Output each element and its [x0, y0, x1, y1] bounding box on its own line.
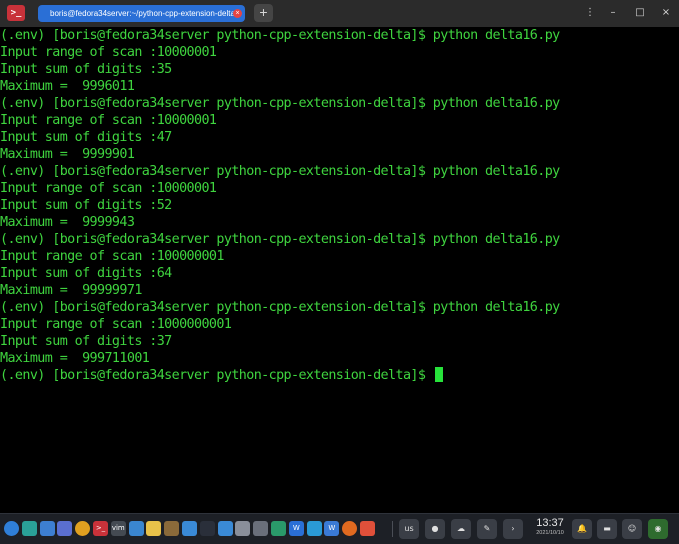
- file-manager-icon[interactable]: [360, 521, 375, 536]
- network-icon[interactable]: [128, 521, 144, 536]
- terminal-line: Input sum of digits :37: [0, 334, 172, 349]
- app-launcher-icon[interactable]: [4, 521, 19, 536]
- taskbar: >_ vim W W us ● ☁ ✎ › 13:37 2021/10/10 🔔 ▬ …: [0, 513, 679, 544]
- terminal-line: Maximum = 999711001: [0, 351, 150, 366]
- terminal-line: Input sum of digits :52: [0, 198, 172, 213]
- disks-icon[interactable]: [164, 521, 180, 536]
- terminal-prompt-line[interactable]: (.env) [boris@fedora34server python-cpp-…: [0, 367, 560, 384]
- terminal-line: Input sum of digits :64: [0, 266, 172, 281]
- terminal-line: Maximum = 99999971: [0, 283, 142, 298]
- terminal-line: Maximum = 9996011: [0, 79, 135, 94]
- app-grid-icon[interactable]: [217, 521, 233, 536]
- system-monitor-icon[interactable]: [271, 521, 286, 536]
- user-avatar-icon[interactable]: ◉: [648, 519, 668, 539]
- pen-tool-icon[interactable]: ✎: [477, 519, 497, 539]
- close-window-icon[interactable]: ×: [658, 5, 674, 21]
- terminal-line: Input range of scan :10000001: [0, 181, 217, 196]
- settings-icon[interactable]: [57, 521, 73, 536]
- terminal-line: (.env) [boris@fedora34server python-cpp-…: [0, 164, 560, 179]
- terminal-icon[interactable]: >_: [93, 521, 108, 536]
- window-overview-icon[interactable]: [39, 521, 55, 536]
- terminal-line: Input range of scan :100000001: [0, 249, 224, 264]
- firefox-icon[interactable]: [342, 521, 358, 536]
- panel-divider: [392, 521, 393, 537]
- terminal-line: Input range of scan :1000000001: [0, 317, 232, 332]
- chat-icon[interactable]: ▬: [597, 519, 617, 539]
- new-tab-button[interactable]: +: [254, 4, 273, 22]
- clock[interactable]: 13:37 2021/10/10: [530, 517, 570, 537]
- color-picker-icon[interactable]: [182, 521, 197, 536]
- tab-terminal-session[interactable]: boris@fedora34server:~/python-cpp-extens…: [38, 5, 245, 22]
- terminal-line: Input range of scan :10000001: [0, 113, 217, 128]
- terminal-app-icon[interactable]: [21, 521, 37, 536]
- media-player-icon[interactable]: [253, 521, 269, 536]
- terminal-line: Input range of scan :10000001: [0, 45, 217, 60]
- clock-time: 13:37: [536, 517, 564, 529]
- notifications-icon[interactable]: 🔔: [572, 519, 592, 539]
- telegram-icon[interactable]: [306, 521, 322, 536]
- terminal-app-icon[interactable]: >_: [7, 5, 25, 21]
- terminal-output[interactable]: (.env) [boris@fedora34server python-cpp-…: [0, 27, 679, 513]
- terminal-line: Input sum of digits :35: [0, 62, 172, 77]
- vim-icon[interactable]: vim: [110, 521, 126, 536]
- terminal-line: (.env) [boris@fedora34server python-cpp-…: [0, 96, 560, 111]
- terminal-line: (.env) [boris@fedora34server python-cpp-…: [0, 232, 560, 247]
- maximize-icon[interactable]: □: [632, 5, 648, 21]
- title-bar: >_ boris@fedora34server:~/python-cpp-ext…: [0, 0, 679, 28]
- terminal-lines: (.env) [boris@fedora34server python-cpp-…: [0, 27, 560, 384]
- word-processor-icon[interactable]: W: [288, 521, 304, 536]
- text-cursor: [434, 367, 443, 382]
- notes-icon[interactable]: [146, 521, 162, 536]
- wps-icon[interactable]: W: [324, 521, 340, 536]
- terminal-line: (.env) [boris@fedora34server python-cpp-…: [0, 28, 560, 43]
- ide-icon[interactable]: [199, 521, 215, 536]
- weather-icon[interactable]: ☁: [451, 519, 471, 539]
- terminal-line: Maximum = 9999943: [0, 215, 135, 230]
- terminal-line: Maximum = 9999901: [0, 147, 135, 162]
- minimize-icon[interactable]: –: [605, 5, 621, 21]
- terminal-line: Input sum of digits :47: [0, 130, 172, 145]
- close-tab-icon[interactable]: ×: [233, 9, 242, 18]
- clock-date: 2021/10/10: [536, 530, 564, 536]
- terminal-prompt: (.env) [boris@fedora34server python-cpp-…: [0, 368, 433, 383]
- keyboard-layout-indicator[interactable]: us: [399, 519, 419, 539]
- chevron-right-icon[interactable]: ›: [503, 519, 523, 539]
- tab-title: boris@fedora34server:~/python-cpp-extens…: [50, 9, 235, 18]
- chrome-icon[interactable]: [75, 521, 91, 536]
- emoji-icon[interactable]: ☺: [622, 519, 642, 539]
- record-icon[interactable]: ●: [425, 519, 445, 539]
- menu-icon[interactable]: ⋮: [582, 5, 598, 21]
- terminal-line: (.env) [boris@fedora34server python-cpp-…: [0, 300, 560, 315]
- help-icon[interactable]: [235, 521, 251, 536]
